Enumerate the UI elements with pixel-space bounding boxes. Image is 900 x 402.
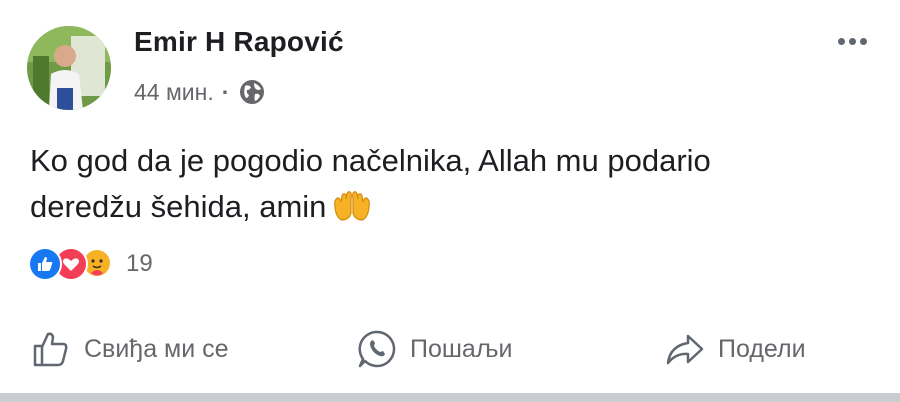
share-button[interactable]: Подели	[664, 318, 806, 380]
like-button[interactable]: Свиђа ми се	[30, 318, 229, 380]
post-text-line-2: deredžu šehida, amin	[30, 184, 870, 230]
whatsapp-icon	[358, 330, 396, 368]
post-text: Ko god da je pogodio načelnika, Allah mu…	[30, 138, 870, 230]
like-reaction-icon	[28, 247, 62, 281]
more-dot-icon	[838, 38, 845, 45]
facebook-post: Emir H Rapović 44 мин. · Ko god da je po…	[0, 0, 900, 402]
send-label: Пошаљи	[410, 334, 513, 363]
author-name[interactable]: Emir H Rapović	[134, 26, 344, 58]
share-label: Подели	[718, 334, 806, 363]
post-meta: 44 мин. ·	[134, 78, 265, 106]
like-label: Свиђа ми се	[84, 334, 229, 363]
globe-icon[interactable]	[239, 79, 265, 105]
thumbs-up-icon	[33, 332, 68, 367]
avatar[interactable]	[27, 26, 111, 110]
post-text-line: deredžu šehida, amin	[30, 189, 327, 224]
share-arrow-icon	[666, 334, 704, 365]
reaction-count[interactable]: 19	[126, 250, 153, 278]
divider	[0, 393, 900, 402]
post-time[interactable]: 44 мин.	[134, 79, 214, 106]
post-actions: Свиђа ми се Пошаљи Подели	[0, 318, 900, 380]
open-hands-emoji-icon	[332, 189, 372, 223]
meta-separator: ·	[221, 78, 230, 105]
reactions-summary[interactable]: 19	[28, 247, 153, 281]
send-button[interactable]: Пошаљи	[356, 318, 512, 380]
post-text-line: Ko god da je pogodio načelnika, Allah mu…	[30, 143, 711, 178]
more-options-button[interactable]	[838, 38, 867, 45]
more-dot-icon	[860, 38, 867, 45]
more-dot-icon	[849, 38, 856, 45]
